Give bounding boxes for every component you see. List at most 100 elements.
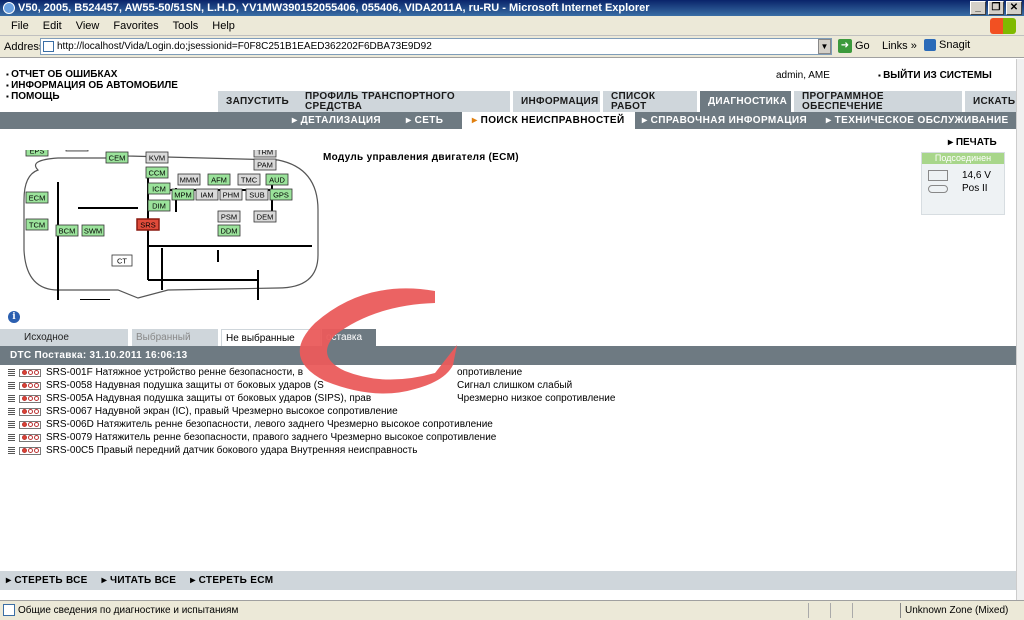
module-cpm[interactable]: CPM <box>65 139 89 152</box>
dtc-row[interactable]: SRS-001F Натяжное устройство ренне безоп… <box>8 366 708 379</box>
module-ccm[interactable]: CCM <box>145 166 169 179</box>
clear-ecm-button[interactable]: СТЕРЕТЬ ECM <box>190 575 273 586</box>
address-label: Address <box>4 40 45 53</box>
module-label: MMM <box>180 176 199 185</box>
tab-work-list[interactable]: СПИСОК РАБОТ <box>603 91 700 112</box>
module-dem[interactable]: DEM <box>253 210 277 223</box>
menu-edit[interactable]: Edit <box>36 20 69 32</box>
info-icon[interactable]: i <box>8 311 20 323</box>
error-report-link[interactable]: ОТЧЕТ ОБ ОШИБКАХ <box>6 69 178 80</box>
module-kvm[interactable]: KVM <box>145 151 169 164</box>
module-phm[interactable]: PHM <box>219 188 243 201</box>
module-iam[interactable]: IAM <box>195 188 219 201</box>
dtc-tab-initial[interactable]: Исходное положение <box>0 329 130 360</box>
drag-handle-icon[interactable] <box>8 408 15 415</box>
drag-handle-icon[interactable] <box>8 369 15 376</box>
module-ct[interactable]: CT <box>111 254 133 267</box>
module-cem[interactable]: CEM <box>105 151 129 164</box>
module-tmc[interactable]: TMC <box>237 173 261 186</box>
address-input[interactable]: http://localhost/Vida/Login.do;jsessioni… <box>40 38 832 55</box>
module-eps[interactable]: EPS <box>25 144 49 157</box>
security-zone: Unknown Zone (Mixed) <box>900 603 1008 618</box>
module-label: GPS <box>273 191 289 200</box>
vehicle-info-link[interactable]: ИНФОРМАЦИЯ ОБ АВТОМОБИЛЕ <box>6 80 178 91</box>
go-button[interactable]: ➜ Go <box>838 39 870 53</box>
vertical-scrollbar[interactable] <box>1016 59 1024 600</box>
sub-navigation: ДЕТАЛИЗАЦИЯ СЕТЬ ПОИСК НЕИСПРАВНОСТЕЙ СП… <box>0 112 1024 129</box>
drag-handle-icon[interactable] <box>8 382 15 389</box>
ignition-key-icon <box>928 185 948 193</box>
user-info: admin, AME <box>776 70 830 81</box>
module-label: MPM <box>174 191 192 200</box>
dtc-tab-selected-csc[interactable]: Выбранный CSC <box>132 329 220 360</box>
module-dim[interactable]: DIM <box>147 199 171 212</box>
dtc-row[interactable]: SRS-005A Надувная подушка защиты от боко… <box>8 392 708 405</box>
subnav-maintenance[interactable]: ТЕХНИЧЕСКОЕ ОБСЛУЖИВАНИЕ <box>826 112 1009 129</box>
close-button[interactable]: ✕ <box>1006 1 1022 15</box>
dtc-tab-delivery[interactable]: оставка <box>322 329 378 346</box>
tab-information[interactable]: ИНФОРМАЦИЯ <box>513 91 603 112</box>
subnav-network[interactable]: СЕТЬ <box>406 112 443 129</box>
module-mpm[interactable]: MPM <box>171 188 195 201</box>
module-mmm[interactable]: MMM <box>177 173 201 186</box>
module-label: SWM <box>84 227 102 236</box>
ie-icon <box>3 2 15 14</box>
tab-diagnostics[interactable]: ДИАГНОСТИКА <box>700 91 794 112</box>
module-label: CT <box>117 257 127 266</box>
window-controls: _ ❐ ✕ <box>970 1 1022 15</box>
address-dropdown-icon[interactable]: ▼ <box>818 39 831 54</box>
status-leds-icon <box>19 368 41 377</box>
minimize-button[interactable]: _ <box>970 1 986 15</box>
drag-handle-icon[interactable] <box>8 447 15 454</box>
tab-software[interactable]: ПРОГРАММНОЕ ОБЕСПЕЧЕНИЕ <box>794 91 965 112</box>
module-srs[interactable]: SRS <box>136 218 160 231</box>
menu-view[interactable]: View <box>69 20 107 32</box>
drag-handle-icon[interactable] <box>8 434 15 441</box>
clear-all-button[interactable]: СТЕРЕТЬ ВСЕ <box>6 575 88 586</box>
module-label: DEM <box>257 213 274 222</box>
menu-file[interactable]: File <box>4 20 36 32</box>
module-tcm[interactable]: TCM <box>25 218 49 231</box>
subnav-troubleshooting[interactable]: ПОИСК НЕИСПРАВНОСТЕЙ <box>462 112 635 129</box>
dtc-row[interactable]: SRS-006D Натяжитель ренне безопасности, … <box>8 418 708 431</box>
print-link[interactable]: ПЕЧАТЬ <box>948 137 997 148</box>
dtc-row[interactable]: SRS-0058 Надувная подушка защиты от боко… <box>8 379 708 392</box>
menu-help[interactable]: Help <box>205 20 242 32</box>
menu-tools[interactable]: Tools <box>166 20 206 32</box>
drag-handle-icon[interactable] <box>8 395 15 402</box>
dtc-row[interactable]: SRS-0079 Натяжитель ренне безопасности, … <box>8 431 708 444</box>
module-ddm[interactable]: DDM <box>217 224 241 237</box>
tab-vehicle-profile[interactable]: ПРОФИЛЬ ТРАНСПОРТНОГО СРЕДСТВА <box>297 91 513 112</box>
module-label: PHM <box>223 191 240 200</box>
module-afm[interactable]: AFM <box>207 173 231 186</box>
dtc-text-tail: Сигнал слишком слабый <box>457 380 573 391</box>
drag-handle-icon[interactable] <box>8 421 15 428</box>
module-label: BCM <box>59 227 76 236</box>
module-icm[interactable]: ICM <box>147 182 171 195</box>
module-swm[interactable]: SWM <box>81 224 105 237</box>
module-gps[interactable]: GPS <box>269 188 293 201</box>
subnav-details[interactable]: ДЕТАЛИЗАЦИЯ <box>292 112 381 129</box>
dtc-row[interactable]: SRS-0067 Надувной экран (IC), правый Чре… <box>8 405 708 418</box>
module-sub[interactable]: SUB <box>245 188 269 201</box>
module-pam[interactable]: PAM <box>253 158 277 171</box>
module-psm[interactable]: PSM <box>217 210 241 223</box>
read-all-button[interactable]: ЧИТАТЬ ВСЕ <box>102 575 177 586</box>
module-ecm[interactable]: ECM <box>25 191 49 204</box>
dtc-tab-not-selected[interactable]: Не выбранные <box>221 329 321 346</box>
module-label: CPM <box>69 150 86 151</box>
snagit-button[interactable]: Snagit <box>924 39 970 51</box>
module-label: SUB <box>249 191 264 200</box>
status-divider <box>808 603 809 618</box>
module-aud[interactable]: AUD <box>265 173 289 186</box>
module-label: DDM <box>220 227 237 236</box>
links-button[interactable]: Links » <box>882 40 917 52</box>
connection-status: Подсоединен <box>922 153 1004 164</box>
restore-button[interactable]: ❐ <box>988 1 1004 15</box>
dtc-row[interactable]: SRS-00C5 Правый передний датчик бокового… <box>8 444 708 457</box>
module-trm[interactable]: TRM <box>253 145 277 158</box>
logout-link[interactable]: ВЫЙТИ ИЗ СИСТЕМЫ <box>878 70 992 81</box>
menu-favorites[interactable]: Favorites <box>106 20 165 32</box>
subnav-reference[interactable]: СПРАВОЧНАЯ ИНФОРМАЦИЯ <box>642 112 807 129</box>
module-bcm[interactable]: BCM <box>55 224 79 237</box>
